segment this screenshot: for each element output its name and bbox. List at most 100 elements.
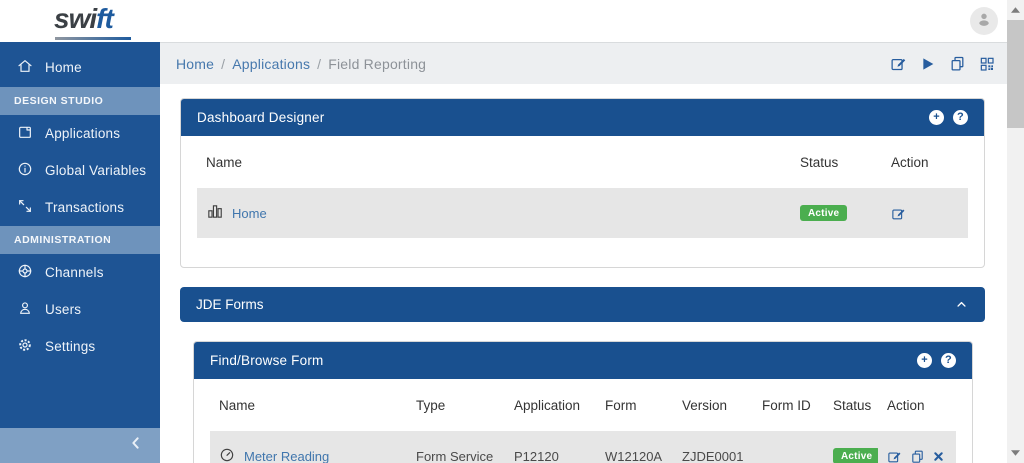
sidebar-nav: Home DESIGN STUDIO Applications Global V… [0, 42, 160, 365]
app-window: swift Home DESIGN STUDIO Appli [0, 0, 1024, 463]
column-header-type: Type [407, 398, 505, 413]
sidebar-item-label: Home [45, 60, 82, 75]
add-circle-icon[interactable]: + [929, 110, 944, 125]
scroll-down-arrow-icon[interactable] [1007, 445, 1024, 461]
type-cell: Form Service [407, 449, 505, 463]
section-label: DESIGN STUDIO [14, 95, 103, 107]
jde-forms-panel-header[interactable]: JDE Forms [180, 287, 985, 322]
expand-arrows-icon [17, 198, 33, 217]
breadcrumb-separator: / [221, 56, 225, 72]
edit-icon[interactable] [891, 206, 906, 221]
home-icon [17, 58, 33, 77]
chevron-left-icon [128, 435, 144, 456]
help-circle-icon[interactable]: ? [953, 110, 968, 125]
column-header-name: Name [197, 155, 791, 170]
sidebar-item-global-variables[interactable]: Global Variables [0, 152, 160, 189]
info-circle-icon [17, 161, 33, 180]
column-header-form: Form [596, 398, 673, 413]
panel-title: Dashboard Designer [197, 110, 324, 125]
delete-x-icon[interactable] [933, 451, 944, 462]
action-cell [882, 206, 968, 221]
dashboard-designer-body: Name Status Action Home Active [181, 136, 984, 238]
copy-icon[interactable] [910, 449, 925, 463]
form-link-meter-reading[interactable]: Meter Reading [244, 449, 329, 463]
logo-text-prefix: swi [54, 3, 96, 34]
sidebar-section-design-studio: DESIGN STUDIO [0, 87, 160, 115]
sidebar-item-home[interactable]: Home [0, 47, 160, 87]
status-badge: Active [800, 205, 847, 221]
gauge-icon [219, 447, 235, 463]
scrollbar-thumb[interactable] [1007, 20, 1024, 128]
version-cell: ZJDE0001 [673, 449, 753, 463]
gear-icon [17, 337, 33, 356]
applications-icon [17, 124, 33, 143]
sidebar-item-label: Transactions [45, 200, 124, 215]
wheel-icon [17, 263, 33, 282]
add-circle-icon[interactable]: + [917, 353, 932, 368]
sidebar-item-label: Settings [45, 339, 95, 354]
copy-icon[interactable] [949, 55, 966, 72]
bar-chart-icon [206, 203, 223, 223]
status-cell: Active [791, 205, 882, 221]
panel-title: JDE Forms [196, 297, 264, 312]
column-header-form-id: Form ID [753, 398, 824, 413]
sidebar-item-settings[interactable]: Settings [0, 328, 160, 365]
swift-logo: swift [54, 3, 113, 35]
sidebar-collapse-button[interactable] [0, 428, 160, 463]
logo-underline [55, 37, 131, 40]
edit-icon[interactable] [890, 55, 907, 72]
chevron-up-icon [954, 297, 969, 312]
breadcrumb-bar: Home / Applications / Field Reporting [160, 42, 1007, 84]
form-cell: W12120A [596, 449, 673, 463]
form-name-cell: Meter Reading [210, 447, 407, 463]
sidebar: Home DESIGN STUDIO Applications Global V… [0, 42, 160, 463]
panel-title: Find/Browse Form [210, 353, 323, 368]
sidebar-item-label: Applications [45, 126, 120, 141]
dashboard-designer-panel: Dashboard Designer + ? Name Status Actio… [180, 98, 985, 268]
panel-header-actions: + ? [917, 353, 956, 368]
breadcrumb: Home / Applications / Field Reporting [176, 56, 426, 72]
user-icon [17, 300, 33, 319]
application-cell: P12120 [505, 449, 596, 463]
vertical-scrollbar[interactable] [1007, 0, 1024, 463]
column-header-version: Version [673, 398, 753, 413]
top-bar: swift [0, 0, 1024, 42]
sidebar-item-applications[interactable]: Applications [0, 115, 160, 152]
status-cell: Active [824, 448, 878, 463]
section-label: ADMINISTRATION [14, 234, 111, 246]
column-header-application: Application [505, 398, 596, 413]
breadcrumb-separator: / [317, 56, 321, 72]
column-header-action: Action [878, 398, 956, 413]
sidebar-section-administration: ADMINISTRATION [0, 226, 160, 254]
find-browse-form-header: Find/Browse Form + ? [194, 342, 972, 379]
breadcrumb-current-page: Field Reporting [328, 56, 426, 72]
sidebar-item-users[interactable]: Users [0, 291, 160, 328]
table-header-row: Name Type Application Form Version Form … [210, 379, 956, 431]
column-header-status: Status [791, 155, 882, 170]
find-browse-form-body: Name Type Application Form Version Form … [194, 379, 972, 463]
column-header-name: Name [210, 398, 407, 413]
collapse-toggle[interactable] [954, 297, 969, 312]
breadcrumb-applications[interactable]: Applications [232, 56, 310, 72]
scroll-up-arrow-icon[interactable] [1007, 2, 1024, 18]
logo-text-suffix: ft [96, 3, 113, 34]
main-content: Dashboard Designer + ? Name Status Actio… [160, 84, 1007, 463]
play-icon[interactable] [920, 56, 936, 72]
sidebar-item-label: Global Variables [45, 163, 146, 178]
sidebar-item-channels[interactable]: Channels [0, 254, 160, 291]
status-badge: Active [833, 448, 878, 463]
panel-header-actions: + ? [929, 110, 968, 125]
edit-icon[interactable] [887, 449, 902, 463]
action-cell [878, 449, 956, 463]
help-circle-icon[interactable]: ? [941, 353, 956, 368]
sidebar-item-label: Channels [45, 265, 104, 280]
dashboard-name-cell: Home [197, 203, 791, 223]
person-icon [975, 10, 993, 33]
sidebar-item-transactions[interactable]: Transactions [0, 189, 160, 226]
column-header-action: Action [882, 155, 968, 170]
dashboard-link-home[interactable]: Home [232, 206, 267, 221]
grid-qr-icon[interactable] [979, 56, 995, 72]
breadcrumb-home[interactable]: Home [176, 56, 214, 72]
table-row: Home Active [197, 188, 968, 238]
user-avatar[interactable] [970, 7, 998, 35]
